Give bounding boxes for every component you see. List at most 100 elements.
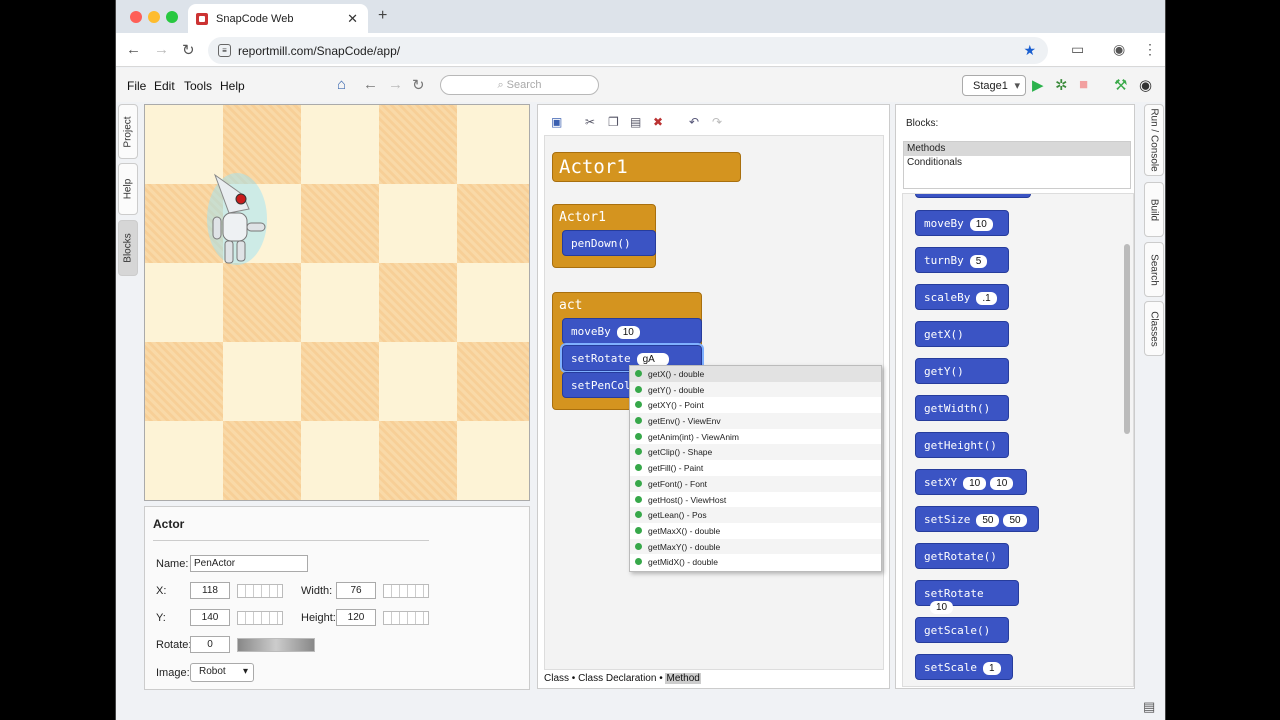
- stop-icon[interactable]: ■: [1079, 76, 1088, 93]
- palette-block[interactable]: setScale 1: [915, 654, 1013, 680]
- tab-blocks[interactable]: Blocks: [118, 220, 138, 276]
- palette-block[interactable]: getRotate(): [915, 543, 1009, 569]
- breadcrumb-path[interactable]: Class • Class Declaration •: [544, 673, 665, 684]
- maximize-window-button[interactable]: [166, 11, 178, 23]
- x-slider[interactable]: [237, 584, 283, 598]
- palette-block[interactable]: getY(): [915, 358, 1009, 384]
- completion-item[interactable]: getMaxX() - double: [630, 523, 881, 539]
- palette-block[interactable]: scaleBy .1: [915, 284, 1009, 310]
- height-slider[interactable]: [383, 611, 429, 625]
- paste-icon[interactable]: ▤: [630, 115, 641, 129]
- palette-block[interactable]: turnBy 5: [915, 247, 1009, 273]
- y-slider[interactable]: [237, 611, 283, 625]
- completion-item[interactable]: getFont() - Font: [630, 475, 881, 492]
- palette-block[interactable]: moveBy 10: [915, 210, 1009, 236]
- completion-item[interactable]: getMaxY() - double: [630, 538, 881, 555]
- cast-icon[interactable]: ▭: [1071, 41, 1084, 58]
- tab-help[interactable]: Help: [118, 163, 138, 215]
- build-hammer-icon[interactable]: ⚒: [1114, 76, 1127, 94]
- rotate-dial[interactable]: [237, 638, 315, 652]
- save-icon[interactable]: ▣: [551, 115, 562, 129]
- url-field[interactable]: ≡ reportmill.com/SnapCode/app/ ★: [208, 37, 1048, 64]
- nav-forward-icon[interactable]: →: [388, 76, 403, 93]
- cut-icon[interactable]: ✂: [585, 115, 595, 129]
- rotate-field[interactable]: 0: [190, 636, 230, 653]
- completion-item[interactable]: getFill() - Paint: [630, 460, 881, 476]
- completion-item[interactable]: getEnv() - ViewEnv: [630, 413, 881, 429]
- palette-block[interactable]: getWidth(): [915, 395, 1009, 421]
- profile-icon[interactable]: ◉: [1113, 41, 1125, 58]
- width-slider[interactable]: [383, 584, 429, 598]
- breadcrumb: Class • Class Declaration • Method: [544, 673, 701, 684]
- menu-tools[interactable]: Tools: [184, 79, 212, 93]
- completion-item[interactable]: getXY() - Point: [630, 397, 881, 413]
- menu-help[interactable]: Help: [220, 79, 245, 93]
- completion-item[interactable]: getX() - double: [630, 366, 881, 382]
- palette-block[interactable]: getX(): [915, 321, 1009, 347]
- minimize-window-button[interactable]: [148, 11, 160, 23]
- palette-block[interactable]: getHeight(): [915, 432, 1009, 458]
- account-icon[interactable]: ◉: [1139, 76, 1152, 94]
- x-field[interactable]: 118: [190, 582, 230, 599]
- console-icon[interactable]: ▤: [1143, 699, 1155, 715]
- breadcrumb-current[interactable]: Method: [665, 673, 701, 684]
- menu-edit[interactable]: Edit: [154, 79, 175, 93]
- class-block[interactable]: Actor1: [552, 152, 741, 182]
- completion-item[interactable]: getY() - double: [630, 381, 881, 398]
- palette-block[interactable]: setRotate10: [915, 580, 1019, 614]
- refresh-icon[interactable]: ↻: [412, 76, 425, 94]
- palette-block-partial[interactable]: [915, 194, 1031, 198]
- palette-block[interactable]: setSize 50 50: [915, 506, 1039, 532]
- completion-item[interactable]: getHost() - ViewHost: [630, 492, 881, 508]
- new-tab-icon[interactable]: +: [378, 7, 387, 25]
- completion-item[interactable]: getLean() - Pos: [630, 507, 881, 523]
- search-input[interactable]: ⌕ Search: [440, 75, 599, 95]
- close-tab-icon[interactable]: ✕: [347, 11, 358, 27]
- image-select[interactable]: Robot ▾: [190, 663, 254, 682]
- category-methods[interactable]: Methods: [904, 142, 1130, 156]
- back-icon[interactable]: ←: [126, 41, 141, 58]
- tab-build[interactable]: Build: [1144, 182, 1164, 237]
- copy-icon[interactable]: ❐: [608, 115, 619, 129]
- completion-item[interactable]: getClip() - Shape: [630, 444, 881, 461]
- palette-block-arg: 50: [1003, 514, 1027, 527]
- tab-build-label: Build: [1148, 198, 1160, 221]
- browser-menu-icon[interactable]: ⋮: [1143, 41, 1157, 58]
- run-icon[interactable]: ▶: [1032, 76, 1044, 94]
- category-conditionals[interactable]: Conditionals: [904, 156, 1130, 170]
- close-window-button[interactable]: [130, 11, 142, 23]
- completion-item[interactable]: getAnim(int) - ViewAnim: [630, 429, 881, 445]
- menu-file[interactable]: File: [127, 79, 146, 93]
- home-icon[interactable]: ⌂: [337, 76, 346, 93]
- chevron-down-icon: ▾: [242, 666, 248, 677]
- stage-view[interactable]: [144, 104, 530, 501]
- palette-scrollbar[interactable]: [1124, 244, 1130, 434]
- delete-icon[interactable]: ✖: [653, 115, 663, 129]
- undo-icon[interactable]: ↶: [689, 115, 699, 129]
- browser-tab[interactable]: SnapCode Web ✕: [188, 4, 368, 33]
- debug-icon[interactable]: ✲: [1055, 76, 1068, 94]
- site-info-icon[interactable]: ≡: [218, 44, 231, 57]
- moveby-statement[interactable]: moveBy 10: [562, 318, 702, 344]
- palette-block-arg: 10: [963, 477, 987, 490]
- nav-back-icon[interactable]: ←: [363, 76, 378, 93]
- forward-icon[interactable]: →: [154, 41, 169, 58]
- stage-select[interactable]: Stage1: [962, 75, 1026, 96]
- completion-item[interactable]: getMidX() - double: [630, 554, 881, 570]
- tab-run-console[interactable]: Run / Console: [1144, 104, 1164, 176]
- redo-icon[interactable]: ↷: [712, 115, 722, 129]
- reload-icon[interactable]: ↻: [182, 41, 195, 59]
- moveby-arg[interactable]: 10: [616, 326, 640, 339]
- y-field[interactable]: 140: [190, 609, 230, 626]
- palette-block[interactable]: getScale(): [915, 617, 1009, 643]
- name-field[interactable]: PenActor: [190, 555, 308, 572]
- robot-actor[interactable]: [207, 169, 269, 267]
- bookmark-star-icon[interactable]: ★: [1023, 42, 1036, 59]
- height-field[interactable]: 120: [336, 609, 376, 626]
- tab-search[interactable]: Search: [1144, 242, 1164, 297]
- tab-classes[interactable]: Classes: [1144, 301, 1164, 356]
- pendown-block[interactable]: penDown(): [562, 230, 656, 256]
- palette-block[interactable]: setXY 10 10: [915, 469, 1027, 495]
- width-field[interactable]: 76: [336, 582, 376, 599]
- tab-project[interactable]: Project: [118, 104, 138, 159]
